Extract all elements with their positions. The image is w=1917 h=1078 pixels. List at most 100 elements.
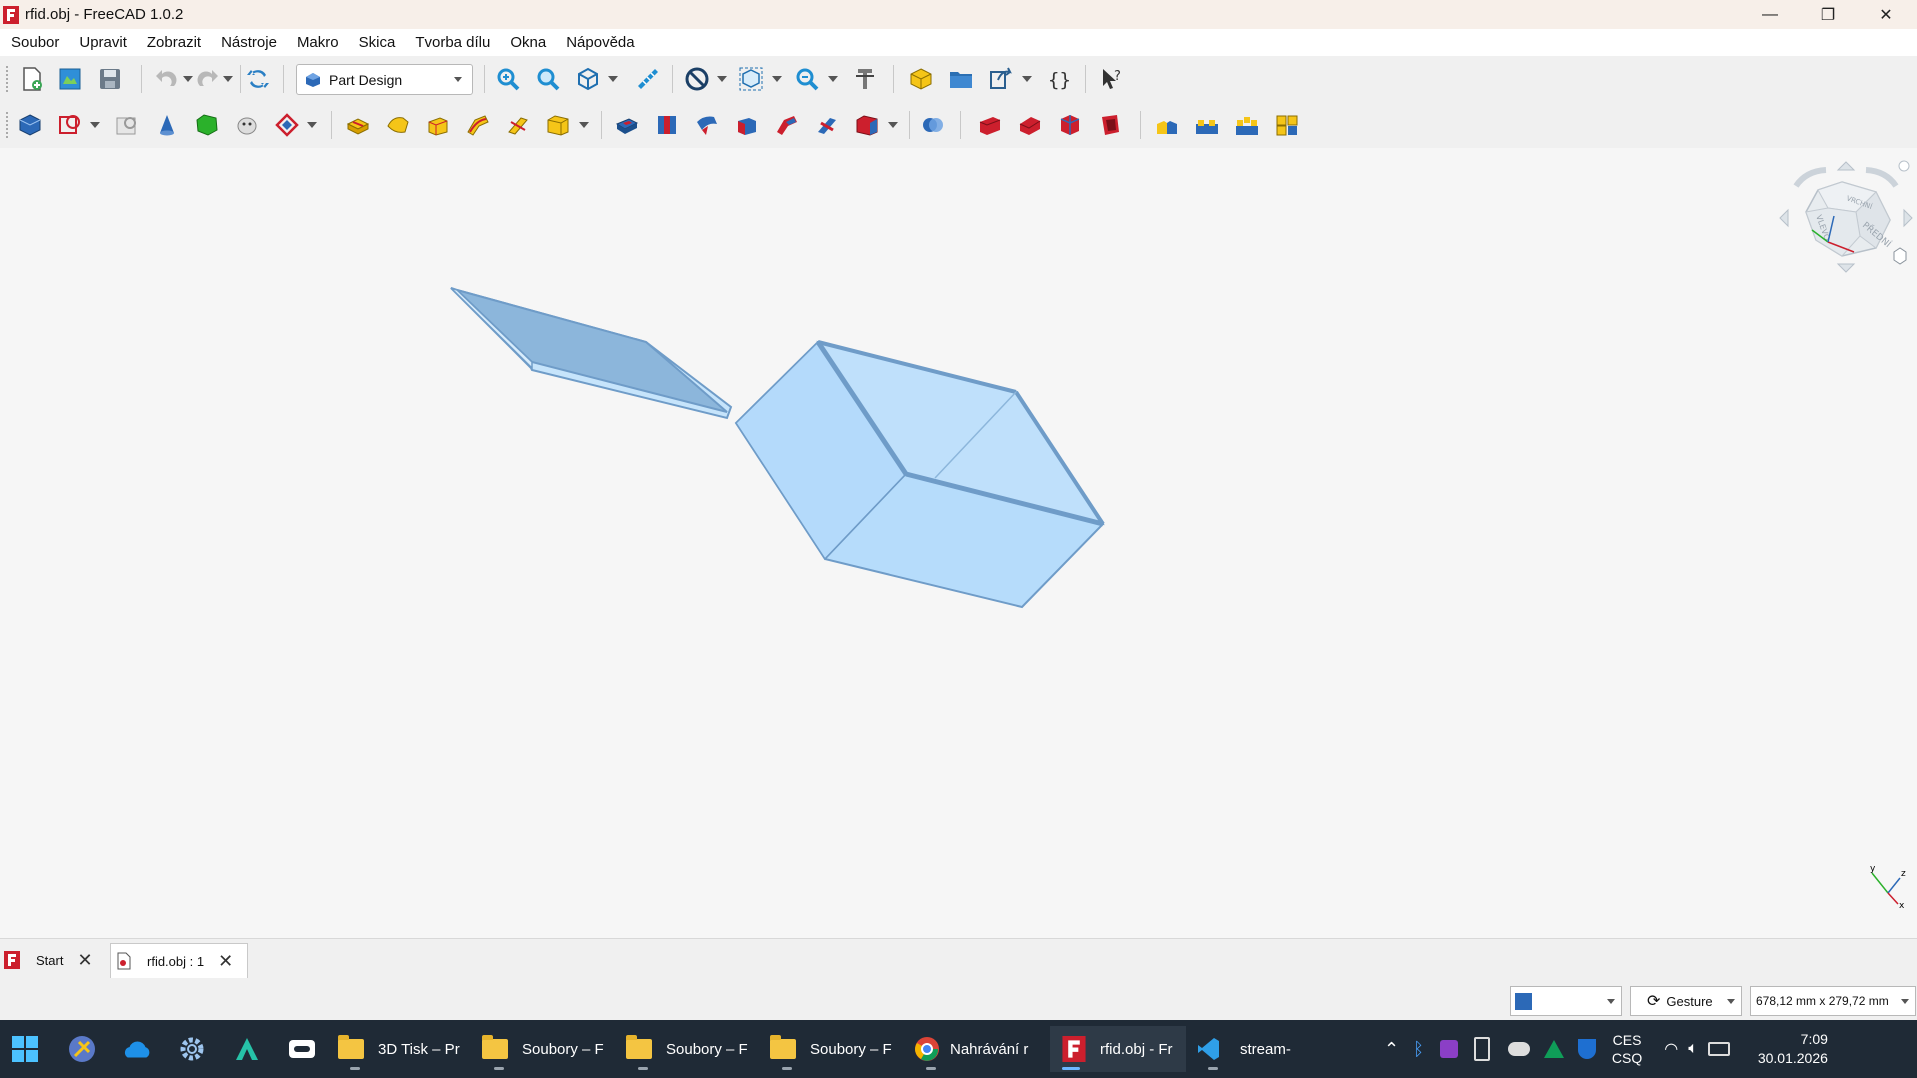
lid-plate-model[interactable] — [450, 287, 733, 420]
macro-button[interactable]: {} — [1044, 64, 1074, 94]
open-box-model[interactable] — [734, 340, 1105, 609]
workbench-selector[interactable]: Part Design — [296, 64, 473, 95]
thickness-button[interactable] — [1095, 110, 1125, 140]
additive-helix-button[interactable] — [503, 110, 533, 140]
new-document-button[interactable] — [17, 64, 47, 94]
taskbar-window-chrome[interactable]: Nahrávání r — [914, 1026, 1049, 1072]
fit-all-button[interactable] — [493, 64, 523, 94]
input-language-indicator[interactable]: CES CSQ — [1612, 1031, 1642, 1067]
menu-zobrazit[interactable]: Zobrazit — [136, 34, 210, 51]
revolution-button[interactable] — [383, 110, 413, 140]
taskbar-settings[interactable] — [177, 1034, 207, 1064]
taskbar-window-soubory-2[interactable]: Soubory – F — [626, 1026, 761, 1072]
datum-point-button[interactable] — [152, 110, 182, 140]
menu-nastroje[interactable]: Nástroje — [210, 34, 286, 51]
battery-icon[interactable] — [1707, 1042, 1730, 1056]
open-document-button[interactable] — [55, 64, 85, 94]
navigation-cube[interactable]: VRCHNÍ PŘEDNÍ VLEVO — [1776, 156, 1916, 280]
groove-button[interactable] — [692, 110, 722, 140]
toolbar-grip[interactable] — [6, 112, 11, 138]
onenote-icon[interactable] — [1439, 1040, 1458, 1058]
close-window-button[interactable]: ✕ — [1857, 0, 1915, 29]
bounding-box-button[interactable] — [736, 64, 766, 94]
close-tab-rfid-icon[interactable]: ✕ — [218, 951, 233, 972]
tab-start[interactable]: Start ✕ — [4, 943, 104, 977]
taskbar-onedrive[interactable] — [122, 1034, 152, 1064]
clone-button[interactable] — [232, 110, 262, 140]
view-dropdown-arrow[interactable] — [608, 76, 618, 82]
maximize-button[interactable]: ❐ — [1799, 0, 1857, 29]
save-document-button[interactable] — [95, 64, 125, 94]
draw-style-button[interactable] — [573, 64, 603, 94]
minimize-button[interactable]: — — [1741, 0, 1799, 29]
cloud-error-icon[interactable] — [1507, 1042, 1530, 1056]
taskbar-game-app[interactable] — [287, 1034, 317, 1064]
taskbar-window-soubory-1[interactable]: Soubory – F — [482, 1026, 617, 1072]
whats-this-button[interactable]: ? — [1097, 64, 1127, 94]
link-dropdown-arrow[interactable] — [1022, 76, 1032, 82]
redo-dropdown-arrow[interactable] — [223, 76, 233, 82]
measure-distance-button[interactable] — [850, 64, 880, 94]
create-body-button[interactable] — [15, 110, 45, 140]
redo-button[interactable] — [192, 64, 222, 94]
subtractive-loft-button[interactable] — [732, 110, 762, 140]
undo-button[interactable] — [152, 64, 182, 94]
zoom-button[interactable] — [792, 64, 822, 94]
subtractive-primitive-button[interactable] — [852, 110, 882, 140]
datum-dropdown-arrow[interactable] — [307, 122, 317, 128]
taskbar-window-freecad[interactable]: rfid.obj - Fr — [1050, 1026, 1186, 1072]
pad-button[interactable] — [343, 110, 373, 140]
draw-style-selector[interactable] — [1510, 986, 1622, 1016]
subtractive-dropdown-arrow[interactable] — [888, 122, 898, 128]
mirrored-button[interactable] — [1152, 110, 1182, 140]
menu-skica[interactable]: Skica — [348, 34, 405, 51]
taskbar-window-soubory-3[interactable]: Soubory – F — [770, 1026, 905, 1072]
taskbar-window-3d-tisk[interactable]: 3D Tisk – Pr — [338, 1026, 473, 1072]
model-canvas[interactable]: y z x — [0, 148, 1917, 938]
linear-pattern-button[interactable] — [1192, 110, 1222, 140]
measure-button[interactable] — [633, 64, 663, 94]
subtractive-helix-button[interactable] — [812, 110, 842, 140]
selection-dropdown-arrow[interactable] — [772, 76, 782, 82]
toolbar-grip[interactable] — [6, 66, 11, 92]
additive-pipe-button[interactable] — [463, 110, 493, 140]
usb-drive-icon[interactable] — [1473, 1037, 1490, 1061]
pocket-button[interactable] — [612, 110, 642, 140]
multi-transform-button[interactable] — [1272, 110, 1302, 140]
start-button[interactable] — [10, 1034, 40, 1064]
tab-rfid-obj[interactable]: rfid.obj : 1 ✕ — [110, 943, 248, 978]
subtractive-pipe-button[interactable] — [772, 110, 802, 140]
taskbar-arduino-app[interactable] — [232, 1034, 262, 1064]
polar-pattern-button[interactable] — [1232, 110, 1262, 140]
create-group-button[interactable] — [946, 64, 976, 94]
taskbar-tool-app[interactable] — [67, 1034, 97, 1064]
taskbar-window-stream[interactable]: stream- — [1196, 1026, 1316, 1072]
refresh-button[interactable] — [243, 64, 273, 94]
menu-upravit[interactable]: Upravit — [68, 34, 136, 51]
navigation-style-selector[interactable]: ⟳ Gesture — [1630, 986, 1742, 1016]
sketch-dropdown-arrow[interactable] — [90, 122, 100, 128]
3d-viewport[interactable]: y z x VRCHNÍ PŘEDNÍ VLEVO — [0, 148, 1917, 938]
menu-makro[interactable]: Makro — [286, 34, 348, 51]
bluetooth-icon[interactable]: ᛒ — [1413, 1039, 1424, 1060]
show-hidden-icons-chevron-icon[interactable]: ⌃ — [1384, 1039, 1399, 1060]
google-drive-icon[interactable] — [1543, 1040, 1564, 1058]
boolean-button[interactable] — [918, 110, 948, 140]
close-tab-start-icon[interactable]: ✕ — [77, 950, 92, 971]
shape-binder-button[interactable] — [192, 110, 222, 140]
hole-button[interactable] — [652, 110, 682, 140]
create-sketch-button[interactable] — [55, 110, 85, 140]
menu-napoveda[interactable]: Nápověda — [555, 34, 643, 51]
dimension-display[interactable]: 678,12 mm x 279,72 mm — [1750, 986, 1916, 1016]
additive-loft-button[interactable] — [423, 110, 453, 140]
chamfer-button[interactable] — [1015, 110, 1045, 140]
menu-tvorba-dilu[interactable]: Tvorba dílu — [404, 34, 499, 51]
volume-icon[interactable]: 🔈︎ — [1688, 1040, 1698, 1058]
menu-okna[interactable]: Okna — [499, 34, 555, 51]
validate-sketch-button[interactable] — [112, 110, 142, 140]
create-link-button[interactable] — [986, 64, 1016, 94]
wifi-icon[interactable]: ◠ — [1664, 1039, 1678, 1059]
draft-button[interactable] — [1055, 110, 1085, 140]
additive-primitive-button[interactable] — [543, 110, 573, 140]
shield-icon[interactable] — [1577, 1039, 1596, 1059]
